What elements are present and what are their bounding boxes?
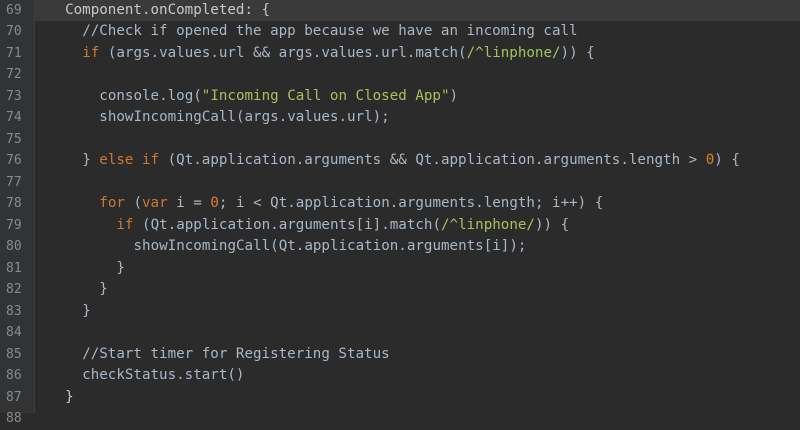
code-token-string: /^linphone/ bbox=[440, 216, 535, 233]
code-text[interactable]: if (args.values.url && args.values.url.m… bbox=[82, 43, 595, 65]
code-token-string: "Incoming Call on Closed App" bbox=[201, 87, 450, 104]
code-line[interactable]: 82} bbox=[0, 279, 800, 301]
code-token-ident: ; i < Qt.application.arguments.length; i… bbox=[218, 195, 604, 211]
code-line[interactable]: 80 showIncomingCall(Qt.application.argume… bbox=[0, 236, 800, 258]
code-token-ident: } bbox=[82, 152, 100, 168]
line-number: 83 bbox=[6, 303, 22, 319]
code-token-plain: Component.onCompleted: { bbox=[65, 1, 271, 18]
line-number: 79 bbox=[6, 217, 22, 233]
line-number: 77 bbox=[6, 174, 22, 190]
line-number: 87 bbox=[6, 389, 22, 405]
line-number: 78 bbox=[6, 196, 22, 211]
code-token-ident: ( bbox=[124, 195, 143, 211]
code-text[interactable]: showIncomingCall(Qt.application.argument… bbox=[134, 236, 527, 258]
code-token-ident: (Qt.application.arguments[i].match( bbox=[133, 216, 441, 233]
code-token-keyword: else if bbox=[99, 152, 160, 168]
code-token-ident: showIncomingCall(args.values.url); bbox=[99, 109, 390, 125]
line-number: 75 bbox=[6, 131, 22, 147]
code-line[interactable]: 77 bbox=[0, 172, 800, 194]
code-line[interactable]: 78 for (var i = 0; i < Qt.application.arg… bbox=[0, 193, 800, 215]
line-number: 71 bbox=[6, 45, 22, 61]
code-text[interactable]: //Start timer for Registering Status bbox=[82, 344, 390, 366]
code-text[interactable]: } bbox=[65, 387, 74, 409]
line-number: 74 bbox=[6, 110, 22, 125]
code-line[interactable]: 75 bbox=[0, 129, 800, 151]
code-line[interactable]: 84 bbox=[0, 322, 800, 344]
code-line[interactable]: 70 //Check if opened the app because we h… bbox=[0, 21, 800, 43]
code-text[interactable]: for (var i = 0; i < Qt.application.argum… bbox=[99, 193, 603, 215]
code-token-ident: )) { bbox=[560, 44, 595, 61]
code-token-keyword: for bbox=[99, 195, 125, 211]
code-line[interactable]: 74 showIncomingCall(args.values.url); bbox=[0, 107, 800, 129]
code-text[interactable]: Component.onCompleted: { bbox=[65, 0, 270, 21]
code-text[interactable]: if (Qt.application.arguments[i].match(/^… bbox=[116, 215, 569, 237]
code-token-ident: ) bbox=[449, 87, 459, 104]
code-token-ident: (Qt.application.arguments && Qt.applicat… bbox=[159, 152, 706, 168]
line-number: 86 bbox=[6, 368, 22, 383]
code-token-ident: )) { bbox=[534, 216, 570, 233]
code-text[interactable]: console.log("Incoming Call on Closed App… bbox=[99, 86, 458, 108]
code-token-ident: ) { bbox=[714, 152, 740, 168]
code-token-ident: } bbox=[82, 302, 91, 319]
line-number: 82 bbox=[6, 282, 22, 297]
code-token-string: /^linphone/ bbox=[466, 44, 561, 61]
code-text[interactable]: } else if (Qt.application.arguments && Q… bbox=[82, 150, 740, 172]
code-token-keyword: if bbox=[116, 216, 134, 233]
code-line[interactable]: 71 if (args.values.url && args.values.url… bbox=[0, 43, 800, 65]
code-token-keyword: var bbox=[142, 195, 168, 211]
line-number: 73 bbox=[6, 88, 22, 104]
code-text[interactable]: } bbox=[82, 301, 91, 323]
code-line[interactable]: 69 Component.onCompleted: { bbox=[0, 0, 800, 21]
code-token-ident: checkStatus.start() bbox=[82, 367, 245, 383]
code-token-plain: } bbox=[65, 388, 74, 405]
code-token-ident: console.log( bbox=[99, 87, 202, 104]
code-token-number: 0 bbox=[705, 152, 715, 168]
line-number: 72 bbox=[6, 67, 22, 82]
code-line[interactable]: 83} bbox=[0, 301, 800, 323]
code-line[interactable]: 72 bbox=[0, 64, 800, 86]
code-line[interactable]: 73 console.log("Incoming Call on Closed A… bbox=[0, 86, 800, 108]
code-line[interactable]: 88 bbox=[0, 408, 800, 430]
code-editor[interactable]: 69 Component.onCompleted: { 70 //Check if o… bbox=[0, 0, 800, 426]
code-token-number: 0 bbox=[210, 195, 219, 211]
code-token-ident: (args.values.url && args.values.url.matc… bbox=[99, 44, 467, 61]
line-number: 70 bbox=[6, 24, 22, 39]
code-text[interactable]: checkStatus.start() bbox=[82, 365, 244, 387]
line-number: 76 bbox=[6, 153, 22, 168]
code-token-keyword: if bbox=[82, 44, 100, 61]
code-line[interactable]: 85 //Start timer for Registering Status bbox=[0, 344, 800, 366]
code-token-ident: } bbox=[116, 259, 125, 276]
code-text[interactable]: } bbox=[99, 279, 108, 301]
code-text[interactable]: } bbox=[116, 258, 125, 280]
line-number: 88 bbox=[6, 411, 22, 426]
code-token-ident: i = bbox=[167, 195, 211, 211]
code-text[interactable]: showIncomingCall(args.values.url); bbox=[99, 107, 389, 129]
code-line[interactable]: 79 if (Qt.application.arguments[i].match(… bbox=[0, 215, 800, 237]
code-token-ident: showIncomingCall(Qt.application.argument… bbox=[133, 238, 527, 254]
code-token-comment: //Check if opened the app because we hav… bbox=[82, 23, 578, 39]
code-line[interactable]: 87} bbox=[0, 387, 800, 409]
code-text[interactable]: //Check if opened the app because we hav… bbox=[82, 21, 577, 43]
line-number: 84 bbox=[6, 325, 22, 340]
code-token-comment: //Start timer for Registering Status bbox=[82, 345, 390, 362]
code-line[interactable]: 81} bbox=[0, 258, 800, 280]
line-number: 80 bbox=[6, 239, 22, 254]
line-number: 69 bbox=[6, 2, 22, 18]
code-line[interactable]: 76} else if (Qt.application.arguments &&… bbox=[0, 150, 800, 172]
code-line[interactable]: 86 checkStatus.start() bbox=[0, 365, 800, 387]
line-number: 85 bbox=[6, 346, 22, 362]
code-token-ident: } bbox=[99, 281, 108, 297]
line-number: 81 bbox=[6, 260, 22, 276]
